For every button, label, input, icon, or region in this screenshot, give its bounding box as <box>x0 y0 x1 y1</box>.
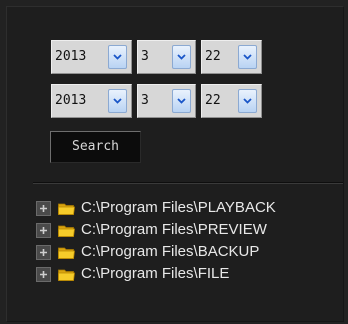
start-date-row: 2013 3 22 <box>51 40 262 74</box>
plus-box-icon[interactable] <box>36 266 51 282</box>
chevron-down-icon[interactable] <box>238 45 257 69</box>
tree-item-label: C:\Program Files\BACKUP <box>81 243 260 260</box>
tree-item-label: C:\Program Files\FILE <box>81 265 230 282</box>
folder-tree: C:\Program Files\PLAYBACK C:\Program Fil… <box>36 198 276 286</box>
end-date-row: 2013 3 22 <box>51 84 262 118</box>
start-day-select[interactable]: 22 <box>201 40 262 74</box>
chevron-down-icon[interactable] <box>172 45 191 69</box>
chevron-down-icon[interactable] <box>108 45 127 69</box>
folder-icon <box>58 225 75 237</box>
tree-item-preview[interactable]: C:\Program Files\PREVIEW <box>36 220 276 240</box>
start-month-value: 3 <box>141 49 149 64</box>
folder-icon <box>58 203 75 215</box>
start-year-value: 2013 <box>55 49 87 64</box>
start-month-select[interactable]: 3 <box>137 40 196 74</box>
end-month-value: 3 <box>141 93 149 108</box>
file-browser-panel: 2013 3 22 2013 3 22 Search C:\Program Fi… <box>6 6 344 322</box>
start-year-select[interactable]: 2013 <box>51 40 132 74</box>
end-month-select[interactable]: 3 <box>137 84 196 118</box>
chevron-down-icon[interactable] <box>108 89 127 113</box>
plus-box-icon[interactable] <box>36 200 51 216</box>
divider <box>33 182 343 184</box>
tree-item-label: C:\Program Files\PLAYBACK <box>81 199 276 216</box>
plus-box-icon[interactable] <box>36 244 51 260</box>
end-year-value: 2013 <box>55 93 87 108</box>
chevron-down-icon[interactable] <box>172 89 191 113</box>
tree-item-backup[interactable]: C:\Program Files\BACKUP <box>36 242 276 262</box>
tree-item-playback[interactable]: C:\Program Files\PLAYBACK <box>36 198 276 218</box>
folder-icon <box>58 247 75 259</box>
end-day-value: 22 <box>205 93 221 108</box>
end-year-select[interactable]: 2013 <box>51 84 132 118</box>
chevron-down-icon[interactable] <box>238 89 257 113</box>
plus-box-icon[interactable] <box>36 222 51 238</box>
tree-item-file[interactable]: C:\Program Files\FILE <box>36 264 276 284</box>
start-day-value: 22 <box>205 49 221 64</box>
folder-icon <box>58 269 75 281</box>
search-button[interactable]: Search <box>50 131 141 163</box>
tree-item-label: C:\Program Files\PREVIEW <box>81 221 267 238</box>
end-day-select[interactable]: 22 <box>201 84 262 118</box>
